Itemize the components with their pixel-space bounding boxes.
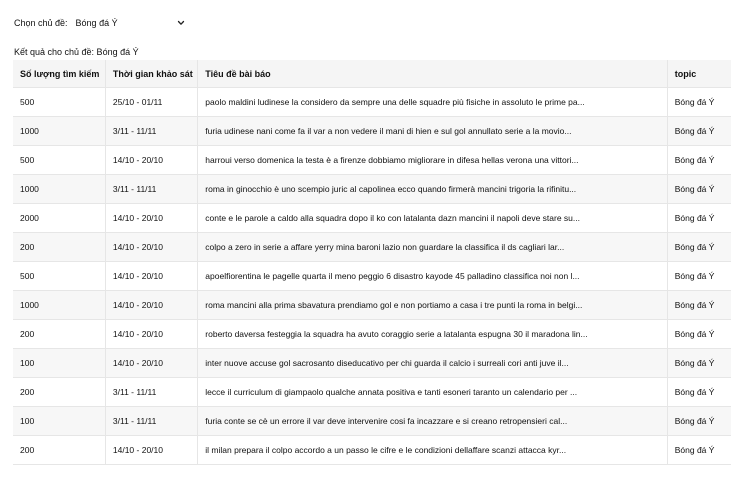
cell-topic: Bóng đá Ý [667, 348, 731, 378]
cell-search-count: 200 [13, 232, 106, 262]
cell-survey-time: 14/10 - 20/10 [105, 203, 199, 233]
column-header-topic: topic [667, 60, 731, 88]
cell-article-title: roma mancini alla prima sbavatura prendi… [197, 290, 668, 320]
chevron-down-icon [177, 20, 184, 25]
cell-topic: Bóng đá Ý [667, 203, 731, 233]
cell-topic: Bóng đá Ý [667, 290, 731, 320]
table-row: 200 14/10 - 20/10 roberto daversa festeggi… [13, 319, 731, 349]
table-row: 200 3/11 - 11/11 lecce il curriculum di gi… [13, 377, 731, 407]
cell-topic: Bóng đá Ý [667, 406, 731, 436]
cell-article-title: roma in ginocchio è uno scempio juric al… [197, 174, 668, 204]
cell-article-title: furia conte se cè un errore il var deve … [197, 406, 668, 436]
topic-select[interactable]: Bóng đá Ý [76, 15, 186, 31]
table-row: 200 14/10 - 20/10 il milan prepara il colp… [13, 435, 731, 465]
cell-search-count: 2000 [13, 203, 106, 233]
column-header-article-title: Tiêu đề bài báo [197, 60, 668, 88]
column-header-search-count: Số lượng tìm kiếm [13, 60, 106, 88]
cell-search-count: 100 [13, 348, 106, 378]
cell-search-count: 1000 [13, 116, 106, 146]
cell-topic: Bóng đá Ý [667, 232, 731, 262]
cell-survey-time: 14/10 - 20/10 [105, 290, 199, 320]
topic-filter-label: Chọn chủ đề: [14, 18, 68, 28]
result-heading: Kết quả cho chủ đề: Bóng đá Ý [14, 47, 139, 57]
cell-article-title: paolo maldini ludinese la considero da s… [197, 87, 668, 117]
cell-survey-time: 14/10 - 20/10 [105, 232, 199, 262]
table-row: 2000 14/10 - 20/10 conte e le parole a cal… [13, 203, 731, 233]
cell-topic: Bóng đá Ý [667, 261, 731, 291]
cell-article-title: apoelfiorentina le pagelle quarta il men… [197, 261, 668, 291]
table-row: 1000 14/10 - 20/10 roma mancini alla prima… [13, 290, 731, 320]
cell-article-title: roberto daversa festeggia la squadra ha … [197, 319, 668, 349]
cell-search-count: 200 [13, 319, 106, 349]
table-header-row: Số lượng tìm kiếm Thời gian khảo sát Tiê… [13, 60, 731, 88]
topic-filter: Chọn chủ đề: Bóng đá Ý [14, 15, 186, 31]
cell-survey-time: 14/10 - 20/10 [105, 319, 199, 349]
cell-survey-time: 14/10 - 20/10 [105, 145, 199, 175]
cell-survey-time: 3/11 - 11/11 [105, 406, 199, 436]
cell-survey-time: 3/11 - 11/11 [105, 174, 199, 204]
results-table: Số lượng tìm kiếm Thời gian khảo sát Tiê… [13, 60, 731, 465]
table-row: 500 14/10 - 20/10 harroui verso domenica l… [13, 145, 731, 175]
cell-topic: Bóng đá Ý [667, 435, 731, 465]
table-row: 500 25/10 - 01/11 paolo maldini ludinese l… [13, 87, 731, 117]
cell-article-title: il milan prepara il colpo accordo a un p… [197, 435, 668, 465]
cell-search-count: 100 [13, 406, 106, 436]
cell-search-count: 200 [13, 377, 106, 407]
cell-topic: Bóng đá Ý [667, 174, 731, 204]
cell-survey-time: 3/11 - 11/11 [105, 116, 199, 146]
cell-survey-time: 25/10 - 01/11 [105, 87, 199, 117]
table-row: 500 14/10 - 20/10 apoelfiorentina le pagel… [13, 261, 731, 291]
cell-topic: Bóng đá Ý [667, 145, 731, 175]
cell-survey-time: 14/10 - 20/10 [105, 261, 199, 291]
cell-survey-time: 14/10 - 20/10 [105, 435, 199, 465]
cell-topic: Bóng đá Ý [667, 116, 731, 146]
cell-topic: Bóng đá Ý [667, 377, 731, 407]
table-row: 1000 3/11 - 11/11 roma in ginocchio è uno … [13, 174, 731, 204]
cell-search-count: 500 [13, 87, 106, 117]
cell-survey-time: 14/10 - 20/10 [105, 348, 199, 378]
cell-topic: Bóng đá Ý [667, 319, 731, 349]
column-header-survey-time: Thời gian khảo sát [105, 60, 199, 88]
cell-article-title: lecce il curriculum di giampaolo qualche… [197, 377, 668, 407]
cell-topic: Bóng đá Ý [667, 87, 731, 117]
cell-article-title: colpo a zero in serie a affare yerry min… [197, 232, 668, 262]
cell-article-title: conte e le parole a caldo alla squadra d… [197, 203, 668, 233]
table-row: 100 3/11 - 11/11 furia conte se cè un erro… [13, 406, 731, 436]
cell-article-title: harroui verso domenica la testa è a fire… [197, 145, 668, 175]
table-row: 200 14/10 - 20/10 colpo a zero in serie a … [13, 232, 731, 262]
cell-article-title: inter nuove accuse gol sacrosanto disedu… [197, 348, 668, 378]
topic-select-value: Bóng đá Ý [75, 18, 118, 28]
cell-search-count: 200 [13, 435, 106, 465]
cell-search-count: 1000 [13, 290, 106, 320]
cell-search-count: 500 [13, 261, 106, 291]
table-row: 100 14/10 - 20/10 inter nuove accuse gol s… [13, 348, 731, 378]
cell-search-count: 500 [13, 145, 106, 175]
table-row: 1000 3/11 - 11/11 furia udinese nani come … [13, 116, 731, 146]
cell-article-title: furia udinese nani come fa il var a non … [197, 116, 668, 146]
cell-search-count: 1000 [13, 174, 106, 204]
cell-survey-time: 3/11 - 11/11 [105, 377, 199, 407]
